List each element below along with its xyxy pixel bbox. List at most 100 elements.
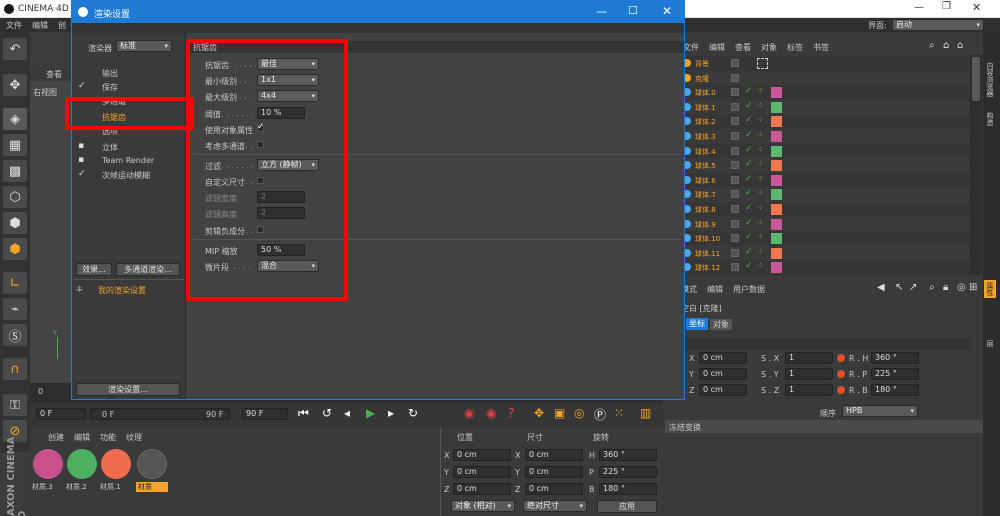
dialog-maximize-icon[interactable]: ☐ bbox=[628, 4, 638, 17]
enabled-check-icon[interactable]: ✓ bbox=[745, 145, 753, 155]
material-tag-icon[interactable] bbox=[771, 204, 782, 215]
rot-field[interactable]: 180 ° bbox=[871, 384, 919, 396]
size-y-field[interactable]: 0 cm bbox=[525, 466, 583, 478]
visibility-toggle-icon[interactable] bbox=[731, 117, 739, 126]
object-row[interactable]: 球体.8 ✓ ⁘ bbox=[681, 202, 969, 217]
undo-icon[interactable]: ↶ bbox=[3, 38, 27, 60]
material-item[interactable]: 材质 bbox=[136, 449, 168, 492]
prev-frame-icon[interactable]: ◂ bbox=[344, 406, 350, 420]
new-window-icon[interactable]: ⊞ bbox=[969, 282, 977, 293]
auto-key-icon[interactable]: ◉ bbox=[486, 406, 496, 420]
object-row[interactable]: 球体.12 ✓ ⁘ bbox=[681, 260, 969, 275]
attr-menu-userdata[interactable]: 用户数据 bbox=[733, 284, 765, 295]
material-tag-icon[interactable] bbox=[771, 131, 782, 142]
lock-small-icon[interactable]: 🔒︎ bbox=[943, 282, 948, 293]
menu-edit[interactable]: 编辑 bbox=[32, 20, 48, 31]
visibility-toggle-icon[interactable] bbox=[731, 88, 739, 97]
phong-tag-icon[interactable]: ⁘ bbox=[757, 145, 764, 154]
search-icon[interactable]: ⌕ bbox=[929, 40, 935, 51]
mat-menu-texture[interactable]: 纹理 bbox=[126, 432, 142, 443]
close-icon[interactable]: ✕ bbox=[972, 1, 981, 14]
material-tag-icon[interactable] bbox=[771, 233, 782, 245]
object-name[interactable]: 球体.12 bbox=[695, 263, 720, 273]
rotation-h-field[interactable]: 360 ° bbox=[599, 449, 657, 461]
apply-button[interactable]: 应用 bbox=[597, 500, 657, 513]
object-row[interactable]: 球体.2 ✓ ⁘ bbox=[681, 114, 969, 129]
object-name[interactable]: 球体.3 bbox=[695, 132, 716, 142]
param-key-icon[interactable]: Ⓟ bbox=[594, 406, 606, 423]
material-tag-icon[interactable] bbox=[771, 145, 782, 157]
object-name[interactable]: 球体.0 bbox=[695, 88, 716, 98]
rotation-b-field[interactable]: 180 ° bbox=[599, 483, 657, 495]
render-settings-button[interactable]: 渲染设置... bbox=[76, 383, 180, 396]
minimize-icon[interactable]: — bbox=[914, 2, 924, 13]
edges-icon[interactable]: ⬢ bbox=[3, 212, 27, 234]
viewport-tab[interactable]: 查看 bbox=[46, 69, 62, 80]
mat-menu-edit[interactable]: 编辑 bbox=[74, 432, 90, 443]
help-icon[interactable]: ? bbox=[508, 406, 514, 420]
enabled-check-icon[interactable]: ✓ bbox=[745, 174, 753, 184]
phong-tag-icon[interactable]: ⁘ bbox=[757, 159, 764, 168]
cursor-icon[interactable]: ↖ bbox=[895, 282, 903, 293]
object-row[interactable]: 球体.0 ✓ ⁘ bbox=[681, 85, 969, 100]
visibility-toggle-icon[interactable] bbox=[731, 132, 739, 140]
visibility-toggle-icon[interactable] bbox=[731, 248, 739, 257]
selection-tag-icon[interactable] bbox=[757, 58, 768, 69]
object-row[interactable]: 球体.10 ✓ ⁘ bbox=[681, 231, 969, 246]
scale-key-icon[interactable]: ▣ bbox=[554, 406, 565, 420]
cube-icon[interactable]: ◈ bbox=[3, 108, 27, 130]
visibility-toggle-icon[interactable] bbox=[731, 205, 739, 213]
phong-tag-icon[interactable]: ⁘ bbox=[757, 188, 764, 197]
visibility-toggle-icon[interactable] bbox=[731, 190, 739, 199]
prev-key-icon[interactable]: ↺ bbox=[322, 406, 332, 420]
visibility-toggle-icon[interactable] bbox=[731, 146, 739, 155]
material-tag-icon[interactable] bbox=[771, 189, 782, 201]
position-z-field[interactable]: 0 cm bbox=[453, 483, 511, 495]
film-icon[interactable]: ▥ bbox=[640, 406, 651, 420]
side-tab[interactable]: 内容浏览器 bbox=[985, 62, 995, 97]
back-arrow-icon[interactable]: ◀ bbox=[877, 282, 885, 293]
object-row[interactable]: 克隆 bbox=[681, 70, 969, 86]
settings-item[interactable]: 输出 bbox=[76, 67, 184, 79]
end-frame-field[interactable]: 90 F bbox=[242, 408, 288, 420]
play-icon[interactable]: ▶ bbox=[366, 406, 375, 420]
obj-menu-view[interactable]: 查看 bbox=[735, 42, 751, 53]
scale-field[interactable]: 1 bbox=[785, 384, 833, 396]
sculpt-icon[interactable]: ⌁ bbox=[3, 298, 27, 320]
attr-search-icon[interactable]: ⌕ bbox=[929, 282, 935, 293]
object-name[interactable]: 球体.5 bbox=[695, 161, 716, 171]
phong-tag-icon[interactable]: ⁘ bbox=[757, 203, 764, 212]
enabled-check-icon[interactable]: ✓ bbox=[745, 188, 753, 198]
dialog-close-icon[interactable]: ✕ bbox=[662, 4, 672, 18]
obj-menu-tag[interactable]: 标签 bbox=[787, 42, 803, 53]
lock-icon[interactable]: ⚿ bbox=[3, 394, 27, 416]
visibility-toggle-icon[interactable] bbox=[731, 234, 739, 243]
obj-menu-object[interactable]: 对象 bbox=[761, 42, 777, 53]
material-tag-icon[interactable] bbox=[771, 218, 782, 230]
enabled-check-icon[interactable]: ✓ bbox=[745, 247, 753, 257]
enabled-check-icon[interactable]: ✓ bbox=[745, 232, 753, 242]
visibility-toggle-icon[interactable] bbox=[731, 102, 739, 111]
phong-tag-icon[interactable]: ⁘ bbox=[757, 86, 764, 95]
object-row[interactable]: 球体.5 ✓ ⁘ bbox=[681, 158, 969, 173]
freeze-section[interactable]: 冻结变换 bbox=[665, 420, 985, 433]
effects-button[interactable]: 效果... bbox=[76, 263, 112, 276]
object-row[interactable]: 球体.1 ✓ ⁘ bbox=[681, 99, 969, 115]
attr-tab-object[interactable]: 对象 bbox=[710, 319, 732, 330]
phong-tag-icon[interactable]: ⁘ bbox=[757, 218, 764, 227]
phong-tag-icon[interactable]: ⁘ bbox=[757, 115, 764, 124]
magnet-icon[interactable]: ∩ bbox=[3, 358, 27, 380]
menu-create[interactable]: 创 bbox=[58, 20, 66, 31]
object-row[interactable]: 球体.6 ✓ ⁘ bbox=[681, 172, 969, 188]
object-row[interactable]: 球体.3 ✓ ⁘ bbox=[681, 129, 969, 144]
side-tab-active[interactable]: 属性 bbox=[984, 280, 996, 298]
go-start-icon[interactable]: ⏮ bbox=[298, 406, 309, 421]
record-icon[interactable]: ◉ bbox=[464, 406, 474, 420]
move-icon[interactable]: ✥ bbox=[3, 74, 27, 96]
side-tab[interactable]: 层 bbox=[985, 340, 995, 347]
checkmark-icon[interactable]: ✓ bbox=[78, 81, 86, 91]
rot-field[interactable]: 360 ° bbox=[871, 352, 919, 364]
rotation-p-field[interactable]: 225 ° bbox=[599, 466, 657, 478]
settings-item[interactable]: ✓ 次帧运动模糊 bbox=[76, 169, 184, 181]
object-name[interactable]: 球体.11 bbox=[695, 249, 720, 259]
